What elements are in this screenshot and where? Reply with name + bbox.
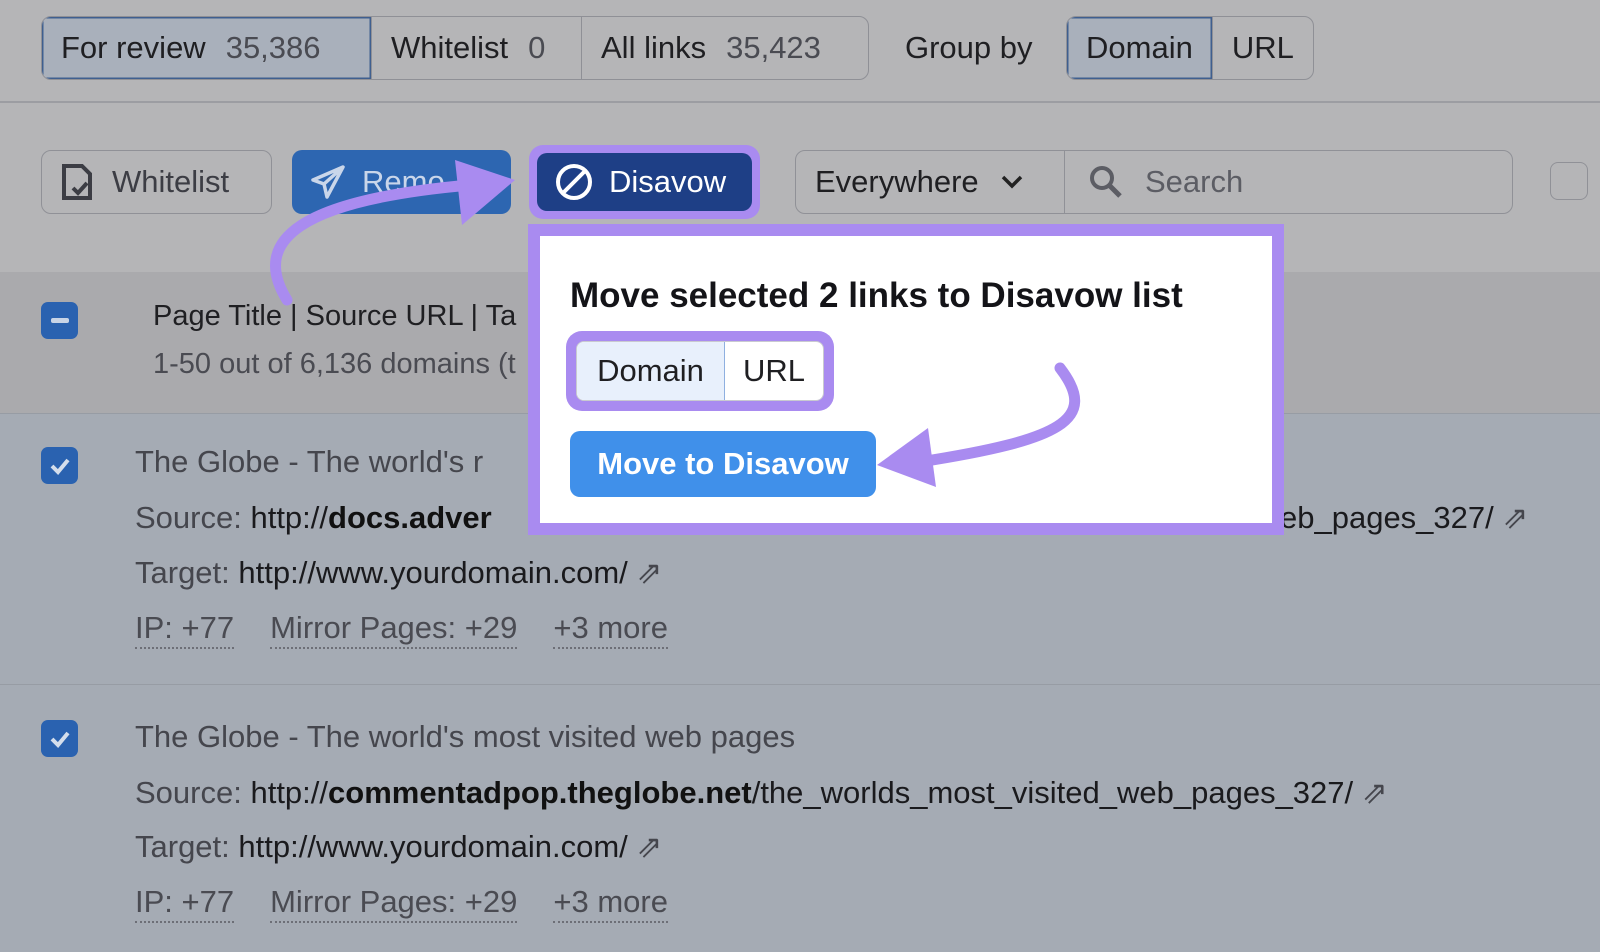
arrow-head-icon — [877, 428, 936, 487]
annotation-arrows — [270, 160, 1081, 487]
arrow-to-disavow-icon — [270, 179, 476, 306]
arrow-head-icon — [455, 160, 515, 225]
arrow-to-move-button-icon — [914, 362, 1081, 468]
